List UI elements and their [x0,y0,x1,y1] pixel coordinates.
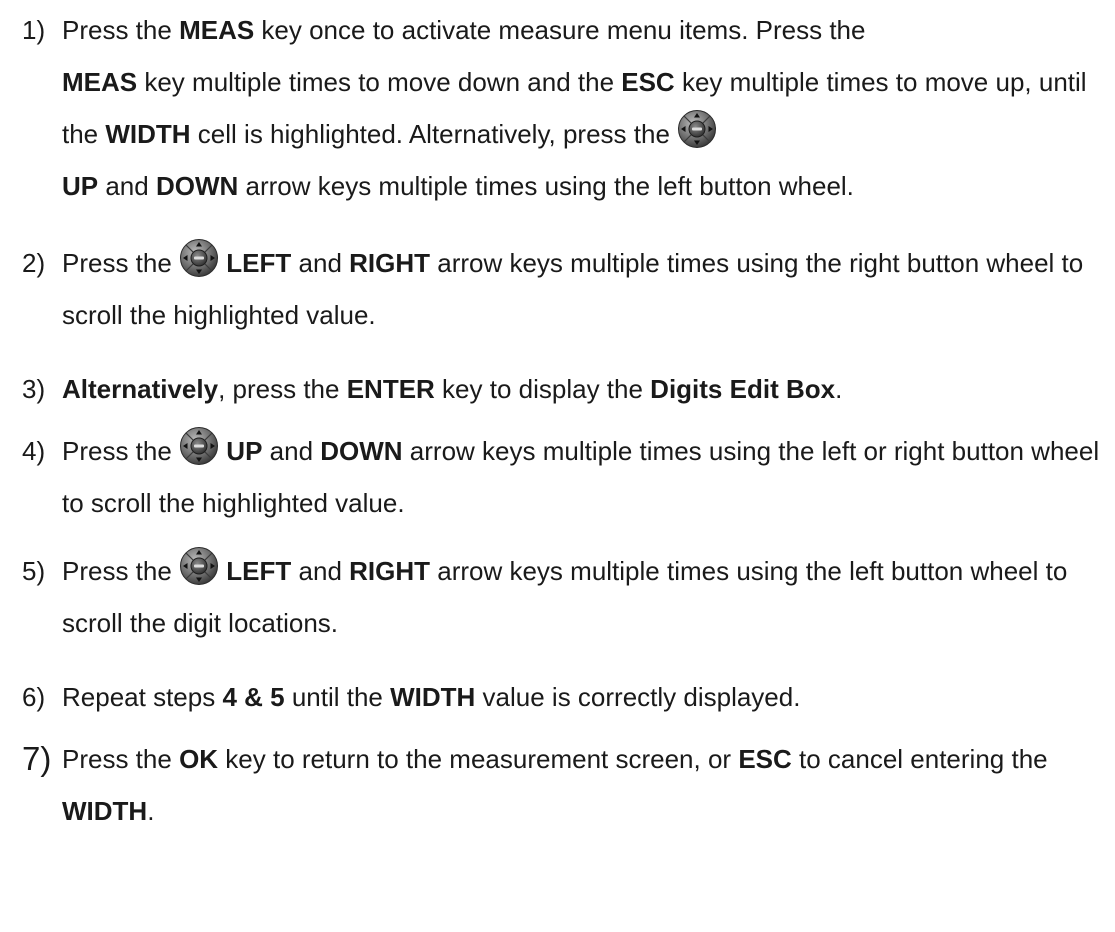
step-3: 3) Alternatively, press the ENTER key to… [22,363,1107,415]
step-number: 3) [22,374,46,404]
step-number: 4) [22,436,46,466]
step-number: 2) [22,248,46,278]
step-number: 6) [22,682,46,712]
arrow-button-wheel-icon [179,238,219,278]
step-number: 7) [22,740,52,777]
step-7: 7) Press the OK key to return to the mea… [22,733,1107,837]
step-2: 2) Press the LEFT and RIGHT arrow keys m… [22,237,1107,341]
step-text: Press the MEAS key once to activate meas… [62,15,1087,201]
step-5: 5) Press the LEFT and RIGHT arrow keys m… [22,545,1107,649]
step-text: Repeat steps 4 & 5 until the WIDTH value… [62,682,801,712]
step-text: Press the LEFT and RIGHT arrow keys mult… [62,237,1107,341]
step-text: Press the LEFT and RIGHT arrow keys mult… [62,545,1107,649]
arrow-button-wheel-icon [179,426,219,466]
step-6: 6) Repeat steps 4 & 5 until the WIDTH va… [22,671,1107,723]
step-number: 5) [22,556,46,586]
step-text: Press the UP and DOWN arrow keys multipl… [62,425,1107,529]
step-text: Alternatively, press the ENTER key to di… [62,374,843,404]
step-4: 4) Press the UP and DOWN arrow keys mult… [22,425,1107,529]
arrow-button-wheel-icon [677,109,717,149]
step-text: Press the OK key to return to the measur… [62,744,1048,826]
arrow-button-wheel-icon [179,546,219,586]
step-number: 1) [22,15,46,45]
step-1: 1) Press the MEAS key once to activate m… [22,4,1107,212]
